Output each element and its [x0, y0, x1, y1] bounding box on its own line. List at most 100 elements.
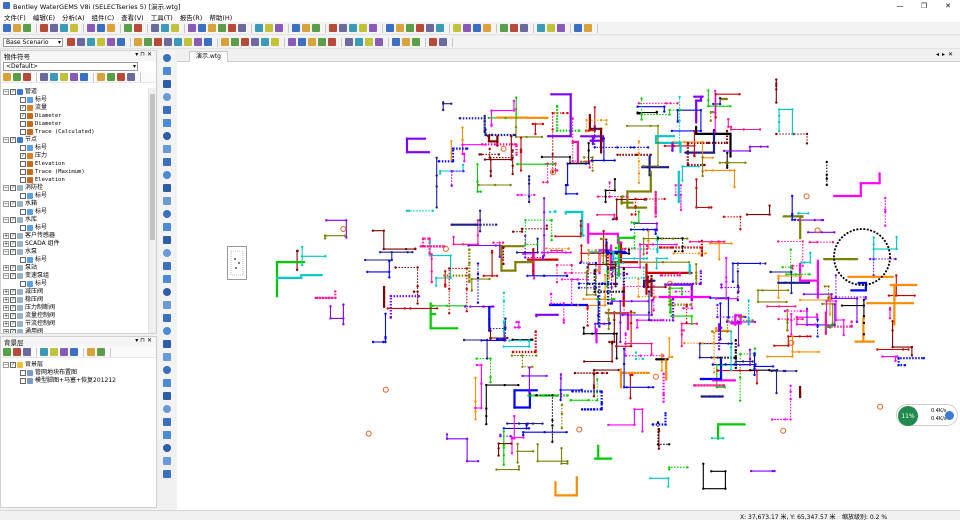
- junction[interactable]: [476, 180, 479, 183]
- junction[interactable]: [668, 108, 671, 112]
- visibility-checkbox[interactable]: ✓: [10, 249, 16, 255]
- junction[interactable]: [678, 271, 681, 275]
- junction[interactable]: [275, 276, 279, 280]
- junction[interactable]: [664, 283, 667, 286]
- junction[interactable]: [465, 287, 468, 291]
- junction[interactable]: [730, 242, 733, 245]
- junction[interactable]: [681, 179, 684, 182]
- junction[interactable]: [801, 264, 804, 267]
- junction[interactable]: [601, 282, 604, 285]
- pipe[interactable]: [822, 303, 834, 324]
- tree-item[interactable]: 管网地块布置图: [1, 369, 148, 377]
- junction[interactable]: [665, 102, 668, 105]
- junction[interactable]: [572, 140, 575, 144]
- junction[interactable]: [775, 82, 778, 85]
- tree-item[interactable]: ✓ Diameter: [1, 112, 148, 120]
- pipe[interactable]: [595, 445, 612, 460]
- junction[interactable]: [734, 323, 737, 327]
- junction[interactable]: [495, 468, 498, 471]
- junction[interactable]: [419, 245, 422, 248]
- toolbar-icon[interactable]: [463, 24, 471, 32]
- toolbar-icon[interactable]: [318, 38, 326, 46]
- junction[interactable]: [474, 400, 477, 403]
- junction[interactable]: [465, 437, 469, 440]
- pipe[interactable]: [771, 370, 797, 394]
- junction[interactable]: [324, 255, 327, 258]
- junction[interactable]: [714, 93, 717, 96]
- junction[interactable]: [382, 305, 386, 309]
- junction[interactable]: [727, 118, 730, 121]
- junction[interactable]: [656, 251, 659, 254]
- junction[interactable]: [461, 152, 464, 156]
- junction[interactable]: [676, 109, 679, 112]
- junction[interactable]: [489, 169, 492, 173]
- junction[interactable]: [729, 346, 733, 349]
- junction[interactable]: [872, 247, 875, 251]
- junction[interactable]: [641, 408, 644, 411]
- junction[interactable]: [634, 205, 637, 208]
- valve-marker[interactable]: [877, 403, 884, 410]
- layout-tool-icon[interactable]: [163, 366, 171, 374]
- junction[interactable]: [517, 422, 521, 425]
- pipe[interactable]: [365, 251, 413, 261]
- junction[interactable]: [650, 278, 653, 281]
- junction[interactable]: [683, 342, 686, 345]
- junction[interactable]: [785, 273, 788, 276]
- pipe[interactable]: [451, 170, 464, 186]
- pipe[interactable]: [329, 304, 344, 325]
- junction[interactable]: [563, 271, 567, 275]
- toolbar-icon[interactable]: [369, 24, 377, 32]
- junction[interactable]: [647, 239, 650, 243]
- visibility-checkbox[interactable]: [20, 145, 26, 151]
- junction[interactable]: [645, 271, 648, 275]
- junction[interactable]: [498, 241, 501, 244]
- junction[interactable]: [607, 277, 611, 280]
- junction[interactable]: [405, 209, 409, 212]
- junction[interactable]: [342, 303, 345, 306]
- junction[interactable]: [521, 374, 524, 378]
- pipe[interactable]: [515, 109, 542, 138]
- junction[interactable]: [275, 260, 279, 264]
- junction[interactable]: [559, 395, 563, 398]
- junction[interactable]: [571, 117, 574, 120]
- junction[interactable]: [587, 223, 590, 226]
- junction[interactable]: [577, 286, 581, 289]
- junction[interactable]: [527, 427, 531, 430]
- junction[interactable]: [670, 314, 673, 318]
- junction[interactable]: [712, 128, 716, 132]
- junction[interactable]: [513, 326, 517, 329]
- pipe[interactable]: [597, 214, 615, 219]
- junction[interactable]: [840, 304, 844, 307]
- toolbar-icon[interactable]: [154, 38, 162, 46]
- junction[interactable]: [514, 260, 517, 264]
- toolbar-icon[interactable]: [70, 24, 78, 32]
- expand-toggle-icon[interactable]: −: [3, 137, 9, 143]
- junction[interactable]: [613, 340, 616, 344]
- junction[interactable]: [494, 143, 498, 146]
- junction[interactable]: [596, 213, 599, 216]
- junction[interactable]: [657, 427, 661, 431]
- junction[interactable]: [598, 325, 601, 328]
- junction[interactable]: [825, 160, 828, 164]
- junction[interactable]: [695, 121, 698, 124]
- junction[interactable]: [536, 251, 539, 254]
- junction[interactable]: [634, 357, 638, 361]
- junction[interactable]: [637, 140, 641, 143]
- junction[interactable]: [629, 228, 633, 231]
- junction[interactable]: [798, 335, 801, 338]
- junction[interactable]: [650, 353, 653, 356]
- junction[interactable]: [629, 310, 633, 313]
- junction[interactable]: [680, 287, 684, 290]
- junction[interactable]: [793, 218, 797, 221]
- junction[interactable]: [575, 192, 579, 195]
- expand-toggle-icon[interactable]: +: [3, 313, 9, 319]
- toolbar-icon[interactable]: [231, 38, 239, 46]
- junction[interactable]: [599, 151, 603, 154]
- junction[interactable]: [789, 397, 792, 401]
- junction[interactable]: [660, 360, 664, 364]
- junction[interactable]: [605, 241, 608, 244]
- junction[interactable]: [555, 104, 559, 108]
- junction[interactable]: [657, 447, 661, 450]
- junction[interactable]: [640, 113, 643, 116]
- junction[interactable]: [443, 274, 446, 277]
